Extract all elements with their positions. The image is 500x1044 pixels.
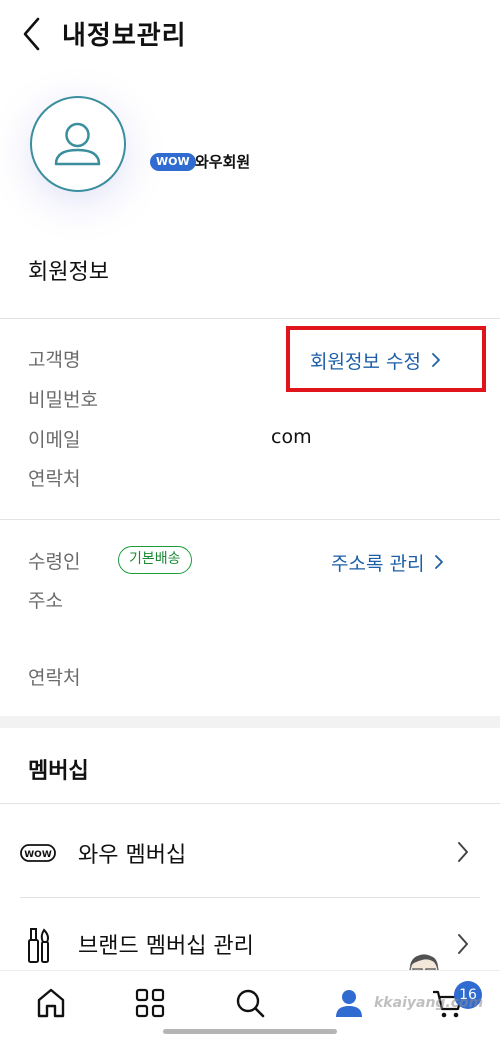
email-label: 이메일 [28, 429, 81, 451]
watermark-text: kkaiyang.com [374, 995, 484, 1011]
menu-label: 브랜드 멤버십 관리 [78, 934, 254, 959]
email-value: com [271, 426, 312, 448]
divider [0, 519, 500, 520]
address-link-label: 주소록 관리 [331, 553, 425, 575]
cosmetics-brush-icon [28, 928, 49, 963]
menu-label: 와우 멤버십 [78, 843, 187, 868]
address-book-link[interactable]: 주소록 관리 [331, 549, 444, 576]
nav-my-profile[interactable] [331, 985, 367, 1021]
search-icon [236, 989, 265, 1018]
wow-membership-row[interactable]: WOW 와우 멤버십 [0, 806, 500, 896]
password-label: 비밀번호 [28, 389, 98, 411]
chevron-right-icon [458, 842, 468, 862]
chevron-right-icon [434, 553, 444, 575]
default-shipping-tag: 기본배송 [118, 546, 192, 574]
nav-search[interactable] [232, 985, 268, 1021]
member-info-title: 회원정보 [28, 260, 109, 285]
wow-badge-icon: WOW [20, 844, 56, 862]
edit-member-info-link[interactable]: 회원정보 수정 [310, 347, 441, 374]
phone-label: 연락처 [28, 468, 81, 490]
page-title: 내정보관리 [62, 21, 187, 51]
home-icon [37, 988, 65, 1018]
address-label: 주소 [28, 590, 63, 612]
wow-badge: WOW [150, 153, 196, 171]
divider [20, 897, 480, 898]
user-avatar-icon [54, 122, 101, 166]
nav-home[interactable] [33, 985, 69, 1021]
divider [0, 803, 500, 804]
back-button[interactable] [18, 16, 48, 52]
address-phone-label: 연락처 [28, 667, 81, 689]
recipient-label: 수령인 [28, 551, 81, 573]
header: 내정보관리 [0, 0, 500, 70]
membership-status: 와우회원 [195, 153, 251, 171]
chevron-left-icon [23, 17, 40, 51]
avatar [30, 96, 126, 192]
divider [0, 318, 500, 319]
section-divider [0, 716, 500, 728]
home-indicator [163, 1029, 337, 1034]
my-profile-icon [336, 990, 362, 1017]
customer-name-label: 고객명 [28, 349, 81, 371]
edit-link-label: 회원정보 수정 [310, 351, 421, 373]
nav-categories[interactable] [132, 985, 168, 1021]
chevron-right-icon [431, 351, 441, 373]
svg-text:WOW: WOW [24, 850, 52, 860]
membership-title: 멤버십 [28, 759, 89, 784]
categories-grid-icon [135, 988, 165, 1018]
chevron-right-icon [458, 934, 468, 954]
